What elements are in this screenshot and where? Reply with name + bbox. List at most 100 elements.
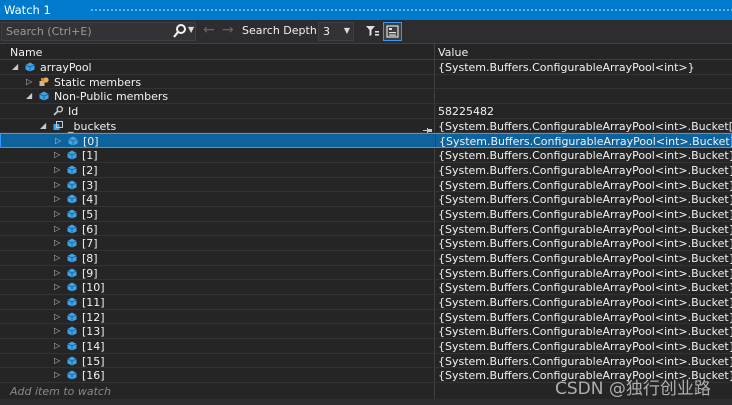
tree-row[interactable]: ▷ [12] {System.Buffers.ConfigurableArrayPo…	[0, 309, 732, 325]
tree-row[interactable]: ◢ _buckets {System.Buffers.ConfigurableArr…	[0, 118, 732, 134]
watch-tree: ◢ arrayPool {System.Buffers.ConfigurableAr…	[0, 60, 732, 384]
expand-arrow-icon[interactable]: ▷	[54, 326, 60, 335]
column-divider	[434, 177, 435, 192]
row-value[interactable]: {System.Buffers.ConfigurableArrayPool<in…	[438, 237, 732, 250]
expand-arrow-icon[interactable]: ▷	[54, 165, 60, 174]
object-icon	[67, 253, 77, 263]
row-value[interactable]: {System.Buffers.ConfigurableArrayPool<in…	[438, 179, 732, 192]
row-value[interactable]: {System.Buffers.ConfigurableArrayPool<in…	[438, 355, 732, 368]
row-value[interactable]: {System.Buffers.ConfigurableArrayPool<in…	[438, 252, 732, 265]
row-name: [4]	[82, 193, 98, 207]
tree-row[interactable]: ▷ [0] {System.Buffers.ConfigurableArrayPoo…	[0, 133, 732, 148]
row-value[interactable]: {System.Buffers.ConfigurableArrayPool<in…	[438, 61, 695, 74]
expand-arrow-icon[interactable]: ▷	[54, 370, 60, 379]
expand-arrow-icon[interactable]: ▷	[54, 209, 60, 218]
column-divider	[434, 368, 435, 383]
add-item-placeholder[interactable]: Add item to watch	[10, 385, 111, 398]
column-divider	[434, 353, 435, 368]
expand-arrow-icon[interactable]: ▷	[55, 136, 61, 145]
tree-row[interactable]: ▷ [8] {System.Buffers.ConfigurableArrayPoo…	[0, 250, 732, 266]
row-name: [8]	[82, 251, 98, 265]
search-dropdown-icon[interactable]: ▼	[188, 25, 194, 34]
tree-row[interactable]: ▷ [9] {System.Buffers.ConfigurableArrayPoo…	[0, 265, 732, 281]
title-bar[interactable]: Watch 1	[0, 0, 732, 20]
row-name: Non-Public members	[54, 90, 169, 104]
tree-row[interactable]: ▷ [1] {System.Buffers.ConfigurableArrayPoo…	[0, 148, 732, 163]
tree-row[interactable]: ◢ arrayPool {System.Buffers.ConfigurableAr…	[0, 60, 732, 75]
row-value[interactable]: {System.Buffers.ConfigurableArrayPool<in…	[438, 281, 732, 294]
column-value-header[interactable]: Value	[438, 46, 468, 59]
row-value[interactable]: 58225482	[438, 105, 494, 118]
collapse-arrow-icon[interactable]: ◢	[26, 91, 32, 100]
expand-arrow-icon[interactable]: ▷	[54, 312, 60, 321]
row-value[interactable]: {System.Buffers.ConfigurableArrayPool<in…	[438, 340, 732, 353]
search-icon[interactable]	[173, 24, 187, 39]
row-name: [15]	[82, 354, 105, 368]
tree-row[interactable]: ▷ [2] {System.Buffers.ConfigurableArrayPoo…	[0, 162, 732, 178]
column-divider	[434, 265, 435, 280]
column-divider	[434, 324, 435, 339]
column-divider	[434, 206, 435, 221]
tree-row[interactable]: Id 58225482	[0, 104, 732, 119]
column-name-header[interactable]: Name	[10, 46, 42, 59]
search-depth-label: Search Depth:	[242, 24, 321, 37]
expand-arrow-icon[interactable]: ▷	[54, 238, 60, 247]
expand-arrow-icon[interactable]: ▷	[54, 297, 60, 306]
row-value[interactable]: {System.Buffers.ConfigurableArrayPool<in…	[438, 223, 732, 236]
row-value[interactable]: {System.Buffers.ConfigurableArrayPool<in…	[438, 311, 732, 324]
tree-row[interactable]: ▷ [13] {System.Buffers.ConfigurableArrayPo…	[0, 324, 732, 340]
expand-arrow-icon[interactable]: ▷	[54, 356, 60, 365]
object-icon	[25, 62, 35, 72]
search-input[interactable]: Search (Ctrl+E)	[6, 25, 92, 38]
tree-row[interactable]: ▷ [3] {System.Buffers.ConfigurableArrayPoo…	[0, 177, 732, 193]
drag-grip[interactable]	[90, 9, 732, 11]
tree-row[interactable]: ▷ [5] {System.Buffers.ConfigurableArrayPoo…	[0, 206, 732, 222]
row-value[interactable]: {System.Buffers.ConfigurableArrayPool<in…	[438, 296, 732, 309]
object-icon	[67, 282, 77, 292]
filter-icon[interactable]	[363, 22, 382, 41]
row-value[interactable]: {System.Buffers.ConfigurableArrayPool<in…	[438, 325, 732, 338]
pin-icon[interactable]	[423, 123, 432, 133]
row-value[interactable]: {System.Buffers.ConfigurableArrayPool<in…	[438, 149, 732, 162]
column-divider	[434, 309, 435, 324]
expand-arrow-icon[interactable]: ▷	[54, 224, 60, 233]
tree-row[interactable]: ▷ Static members	[0, 74, 732, 90]
row-value[interactable]: {System.Buffers.ConfigurableArrayPool<in…	[438, 267, 732, 280]
tree-row[interactable]: ▷ [10] {System.Buffers.ConfigurableArrayPo…	[0, 280, 732, 295]
expand-arrow-icon[interactable]: ▷	[54, 180, 60, 189]
tree-row[interactable]: ▷ [11] {System.Buffers.ConfigurableArrayPo…	[0, 295, 732, 310]
expand-arrow-icon[interactable]: ▷	[54, 194, 60, 203]
search-depth-select[interactable]: 3 ▼	[318, 22, 354, 41]
tree-row[interactable]: ▷ [14] {System.Buffers.ConfigurableArrayPo…	[0, 339, 732, 354]
arrow-right-icon[interactable]: →	[222, 22, 234, 38]
tree-row[interactable]: ▷ [7] {System.Buffers.ConfigurableArrayPoo…	[0, 236, 732, 251]
collapse-arrow-icon[interactable]: ◢	[40, 121, 46, 130]
object-icon	[67, 224, 77, 234]
row-name: [1]	[82, 149, 98, 163]
search-box[interactable]: Search (Ctrl+E) ▼	[1, 22, 196, 41]
expand-arrow-icon[interactable]: ▷	[54, 150, 60, 159]
tree-row[interactable]: ▷ [15] {System.Buffers.ConfigurableArrayPo…	[0, 353, 732, 369]
view-toggle-icon[interactable]	[383, 22, 402, 41]
row-name: [6]	[82, 222, 98, 236]
expand-arrow-icon[interactable]: ▷	[54, 341, 60, 350]
row-name: Id	[68, 105, 79, 119]
collapse-arrow-icon[interactable]: ◢	[12, 62, 18, 71]
object-icon	[67, 312, 77, 322]
expand-arrow-icon[interactable]: ▷	[54, 268, 60, 277]
column-resize-handle[interactable]	[434, 44, 435, 61]
tree-row[interactable]: ◢ Non-Public members	[0, 89, 732, 105]
row-value[interactable]: {System.Buffers.ConfigurableArrayPool<in…	[438, 164, 732, 177]
expand-arrow-icon[interactable]: ▷	[54, 282, 60, 291]
arrow-left-icon[interactable]: ←	[203, 22, 215, 38]
expand-arrow-icon[interactable]: ▷	[54, 253, 60, 262]
row-value[interactable]: {System.Buffers.ConfigurableArrayPool<in…	[439, 135, 732, 148]
tree-row[interactable]: ▷ [4] {System.Buffers.ConfigurableArrayPoo…	[0, 192, 732, 207]
row-value[interactable]: {System.Buffers.ConfigurableArrayPool<in…	[438, 193, 732, 206]
expand-arrow-icon[interactable]: ▷	[26, 77, 32, 86]
row-value[interactable]: {System.Buffers.ConfigurableArrayPool<in…	[438, 120, 732, 133]
tree-row[interactable]: ▷ [6] {System.Buffers.ConfigurableArrayPoo…	[0, 221, 732, 237]
field-icon	[53, 120, 63, 131]
window-title: Watch 1	[4, 3, 51, 17]
row-value[interactable]: {System.Buffers.ConfigurableArrayPool<in…	[438, 208, 732, 221]
